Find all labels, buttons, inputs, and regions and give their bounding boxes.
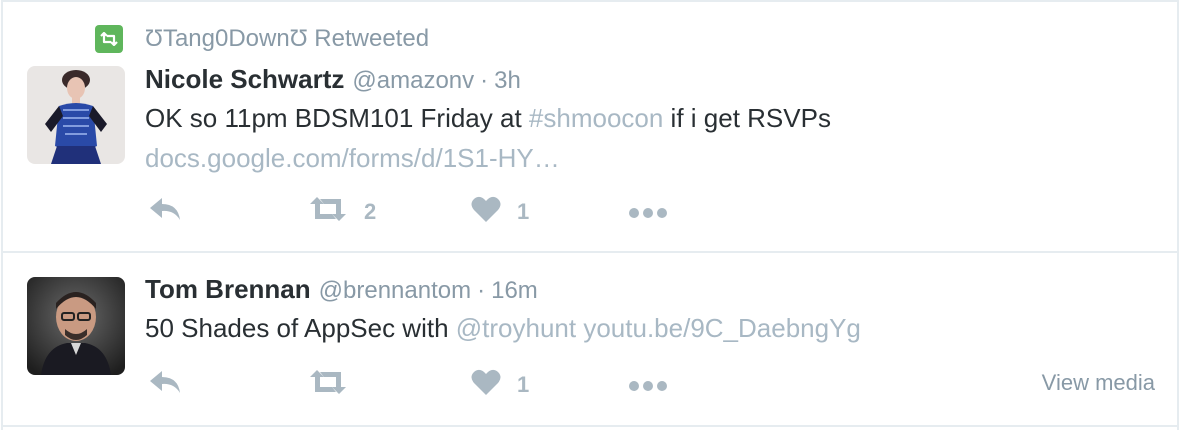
hashtag-link[interactable]: #shmoocon (529, 103, 663, 133)
like-count: 1 (517, 372, 530, 397)
timestamp[interactable]: 3h (494, 67, 521, 95)
tweet-text-part: if i get RSVPs (663, 103, 831, 133)
retweet-context: ƱTang0DownƱ Retweeted (95, 24, 429, 54)
more-button[interactable] (628, 194, 668, 230)
reply-button[interactable] (148, 194, 182, 230)
separator: · (477, 277, 486, 304)
author-name[interactable]: Nicole Schwartz (145, 64, 344, 95)
url-link[interactable]: youtu.be/9C_DaebngYg (576, 313, 861, 343)
reply-icon (148, 369, 182, 401)
timestamp[interactable]: 16m (491, 277, 538, 305)
retweet-button[interactable] (308, 367, 364, 403)
retweet-icon (308, 369, 348, 401)
tweet[interactable]: ƱTang0DownƱ Retweeted Nicole Schwartz @a… (3, 0, 1177, 253)
view-media-link[interactable]: View media (1042, 370, 1155, 396)
tweet-text: 50 Shades of AppSec with @troyhunt youtu… (145, 309, 861, 347)
tweet-actions: 2 1 (148, 194, 1148, 230)
tweet-text-part: OK so 11pm BDSM101 Friday at (145, 103, 529, 133)
more-icon (628, 199, 668, 225)
author-handle[interactable]: @amazonv (352, 67, 474, 95)
separator: · (480, 67, 489, 94)
more-icon (628, 372, 668, 398)
avatar[interactable] (27, 66, 125, 164)
heart-icon (471, 195, 501, 229)
retweet-button[interactable]: 2 (308, 194, 376, 230)
mention-link[interactable]: @troyhunt (456, 313, 576, 343)
reply-button[interactable] (148, 367, 182, 403)
author-handle[interactable]: @brennantom (319, 277, 471, 305)
author-name[interactable]: Tom Brennan (145, 274, 311, 305)
tweet-text-part: 50 Shades of AppSec with (145, 313, 456, 343)
more-button[interactable] (628, 367, 668, 403)
tweet-text: OK so 11pm BDSM101 Friday at #shmoocon i… (145, 99, 831, 137)
like-button[interactable]: 1 (471, 367, 529, 403)
tweet-actions: 1 (148, 367, 1148, 403)
url-link[interactable]: docs.google.com/forms/d/1S1-HY… (145, 139, 560, 177)
reply-icon (148, 196, 182, 228)
like-button[interactable]: 1 (471, 194, 529, 230)
timeline: ƱTang0DownƱ Retweeted Nicole Schwartz @a… (1, 0, 1179, 430)
tweet-header: Nicole Schwartz @amazonv · 3h (145, 64, 521, 98)
tweet-header: Tom Brennan @brennantom · 16m (145, 274, 538, 308)
avatar[interactable] (27, 277, 125, 375)
tweet[interactable]: Tom Brennan @brennantom · 16m 50 Shades … (3, 253, 1177, 427)
retweet-context-text[interactable]: ƱTang0DownƱ Retweeted (145, 25, 429, 53)
like-count: 1 (517, 199, 530, 224)
retweet-icon (308, 196, 348, 228)
retweet-badge-icon (95, 25, 123, 53)
heart-icon (471, 368, 501, 402)
retweet-count: 2 (364, 199, 377, 224)
